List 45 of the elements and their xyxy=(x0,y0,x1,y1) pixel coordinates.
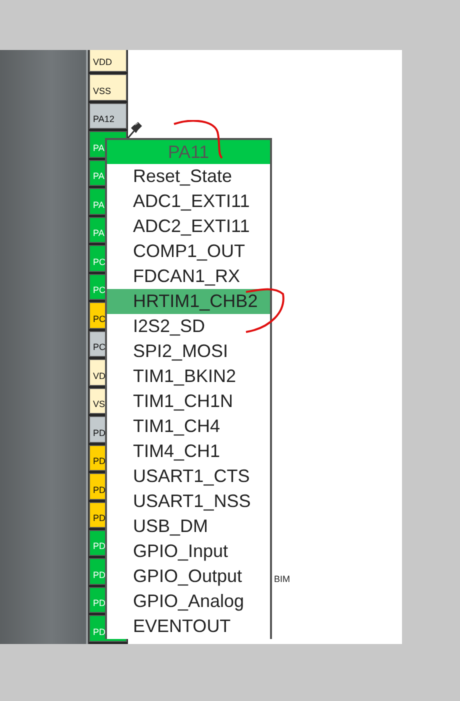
menu-title: PA11 xyxy=(107,140,270,164)
pin-label: PA xyxy=(93,228,104,238)
pin-label: PA xyxy=(93,171,104,182)
menu-item[interactable]: FDCAN1_RX xyxy=(107,264,270,289)
menu-item[interactable]: GPIO_Input xyxy=(107,539,270,564)
pin-label: PD xyxy=(93,512,106,523)
menu-item[interactable]: I2S2_SD xyxy=(107,314,270,339)
menu-item[interactable]: TIM1_CH4 xyxy=(107,414,270,439)
pin-label: VS xyxy=(93,399,106,410)
pin-cell[interactable]: PA12 xyxy=(89,102,127,130)
menu-item[interactable]: GPIO_Output xyxy=(107,564,270,589)
pin-label: PD xyxy=(93,456,106,466)
pin-cell[interactable]: VDD xyxy=(89,50,127,72)
pin-signal-label: BIM xyxy=(274,574,290,584)
pin-label: PA xyxy=(93,200,104,210)
pin-label: PC xyxy=(93,314,106,324)
pin-label: VD xyxy=(93,370,106,381)
menu-item[interactable]: USART1_NSS xyxy=(107,489,270,514)
pin-label: PD xyxy=(93,570,106,580)
pin-label: PD xyxy=(93,541,106,552)
menu-item[interactable]: SPI2_MOSI xyxy=(107,339,270,364)
pin-label: PC xyxy=(93,256,106,267)
pin-label: PA xyxy=(93,142,104,153)
pin-label: PC xyxy=(93,285,106,296)
pin-label: PC xyxy=(93,342,106,352)
menu-item[interactable]: USART1_CTS xyxy=(107,464,270,489)
menu-item[interactable]: COMP1_OUT xyxy=(107,239,270,264)
menu-item[interactable]: ADC2_EXTI11 xyxy=(107,214,270,239)
menu-item[interactable]: USB_DM xyxy=(107,514,270,539)
menu-item[interactable]: TIM4_CH1 xyxy=(107,439,270,464)
menu-item[interactable]: GPIO_Analog xyxy=(107,589,270,614)
pin-cell[interactable]: VSS xyxy=(89,74,127,101)
pin-label: VSS xyxy=(93,86,112,96)
menu-item[interactable]: ADC1_EXTI11 xyxy=(107,189,270,214)
pin-label: VDD xyxy=(93,57,112,68)
pin-label: PD xyxy=(93,626,106,637)
pin-label: PA12 xyxy=(93,114,114,124)
pin-label: PD xyxy=(93,598,106,608)
menu-item[interactable]: TIM1_CH1N xyxy=(107,389,270,414)
menu-item[interactable]: Reset_State xyxy=(107,164,270,189)
menu-item[interactable]: TIM1_BKIN2 xyxy=(107,364,270,389)
pin-label: PD xyxy=(93,428,106,438)
menu-item[interactable]: HRTIM1_CHB2 xyxy=(107,289,270,314)
menu-item[interactable]: EVENTOUT xyxy=(107,614,270,639)
pin-label: PD xyxy=(93,484,106,494)
